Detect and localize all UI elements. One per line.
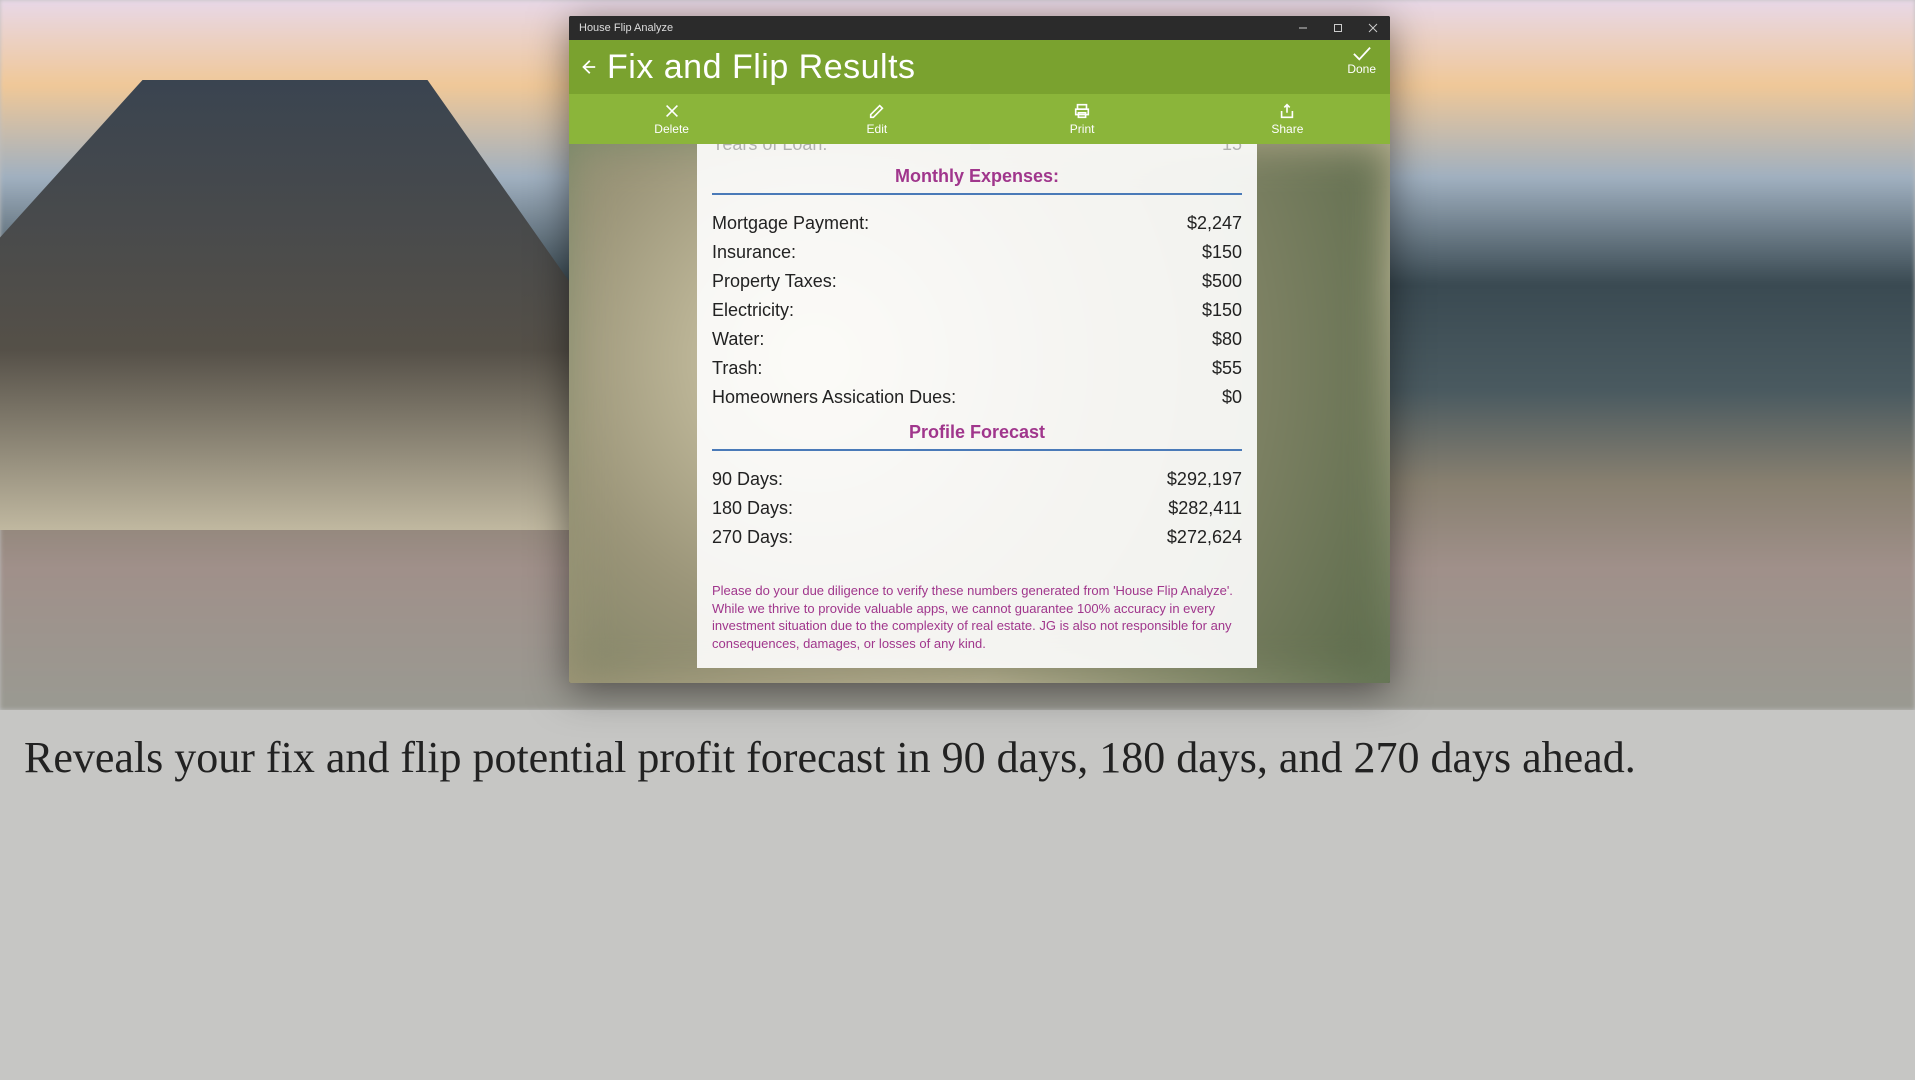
- close-icon: [663, 102, 681, 120]
- forecast-list: 90 Days: $292,197 180 Days: $282,411 270 Day…: [712, 469, 1242, 548]
- table-row: Electricity: $150: [712, 300, 1242, 321]
- section-divider: [712, 193, 1242, 195]
- table-row: Property Taxes: $500: [712, 271, 1242, 292]
- share-button[interactable]: Share: [1185, 94, 1390, 144]
- table-row: Water: $80: [712, 329, 1242, 350]
- page-title: Fix and Flip Results: [607, 48, 916, 87]
- row-label: 180 Days:: [712, 498, 793, 519]
- table-row: Mortgage Payment: $2,247: [712, 213, 1242, 234]
- row-value: $282,411: [1168, 498, 1242, 519]
- pencil-icon: [868, 102, 886, 120]
- share-icon: [1278, 102, 1296, 120]
- app-window: House Flip Analyze Fix and Flip Results …: [569, 16, 1390, 683]
- row-label: Homeowners Assication Dues:: [712, 387, 956, 408]
- table-row: 180 Days: $282,411: [712, 498, 1242, 519]
- back-button[interactable]: [569, 58, 607, 76]
- window-title: House Flip Analyze: [579, 22, 673, 34]
- maximize-button[interactable]: [1320, 16, 1355, 40]
- done-label: Done: [1347, 62, 1376, 76]
- profile-forecast-title: Profile Forecast: [712, 422, 1242, 443]
- row-label: Mortgage Payment:: [712, 213, 869, 234]
- report-card: Years of Loan: 15 Monthly Expenses: Mort…: [697, 144, 1257, 668]
- row-value: $150: [1202, 242, 1242, 263]
- row-label: 90 Days:: [712, 469, 783, 490]
- row-value: $0: [1222, 387, 1242, 408]
- row-label: Property Taxes:: [712, 271, 837, 292]
- row-value: $150: [1202, 300, 1242, 321]
- minimize-button[interactable]: [1285, 16, 1320, 40]
- row-label: Water:: [712, 329, 764, 350]
- monthly-expenses-title: Monthly Expenses:: [712, 166, 1242, 187]
- done-button[interactable]: Done: [1347, 44, 1376, 76]
- delete-button[interactable]: Delete: [569, 94, 774, 144]
- share-label: Share: [1271, 122, 1303, 136]
- cutoff-value: 15: [1222, 144, 1242, 152]
- print-button[interactable]: Print: [980, 94, 1185, 144]
- table-row: Trash: $55: [712, 358, 1242, 379]
- row-label: 270 Days:: [712, 527, 793, 548]
- caption-strip: Reveals your fix and flip potential prof…: [0, 710, 1915, 1080]
- row-value: $55: [1212, 358, 1242, 379]
- monthly-expenses-list: Mortgage Payment: $2,247 Insurance: $150 Pro…: [712, 213, 1242, 408]
- cutoff-label: Years of Loan:: [712, 144, 827, 152]
- window-titlebar[interactable]: House Flip Analyze: [569, 16, 1390, 40]
- close-button[interactable]: [1355, 16, 1390, 40]
- disclaimer-text: Please do your due diligence to verify t…: [712, 582, 1242, 652]
- print-label: Print: [1070, 122, 1095, 136]
- caption-text: Reveals your fix and flip potential prof…: [24, 732, 1891, 784]
- delete-label: Delete: [654, 122, 689, 136]
- edit-button[interactable]: Edit: [774, 94, 979, 144]
- cutoff-row: Years of Loan: 15: [712, 144, 1242, 152]
- table-row: Insurance: $150: [712, 242, 1242, 263]
- table-row: 90 Days: $292,197: [712, 469, 1242, 490]
- row-label: Trash:: [712, 358, 762, 379]
- page-header: Fix and Flip Results Done: [569, 40, 1390, 94]
- row-value: $292,197: [1167, 469, 1242, 490]
- row-value: $272,624: [1167, 527, 1242, 548]
- row-value: $500: [1202, 271, 1242, 292]
- row-label: Electricity:: [712, 300, 794, 321]
- row-label: Insurance:: [712, 242, 796, 263]
- row-value: $2,247: [1187, 213, 1242, 234]
- row-value: $80: [1212, 329, 1242, 350]
- action-toolbar: Delete Edit Print Share: [569, 94, 1390, 144]
- window-controls: [1285, 16, 1390, 40]
- table-row: 270 Days: $272,624: [712, 527, 1242, 548]
- checkmark-icon: [1351, 44, 1373, 62]
- content-area[interactable]: Years of Loan: 15 Monthly Expenses: Mort…: [569, 144, 1390, 683]
- edit-label: Edit: [867, 122, 888, 136]
- table-row: Homeowners Assication Dues: $0: [712, 387, 1242, 408]
- printer-icon: [1073, 102, 1091, 120]
- section-divider: [712, 449, 1242, 451]
